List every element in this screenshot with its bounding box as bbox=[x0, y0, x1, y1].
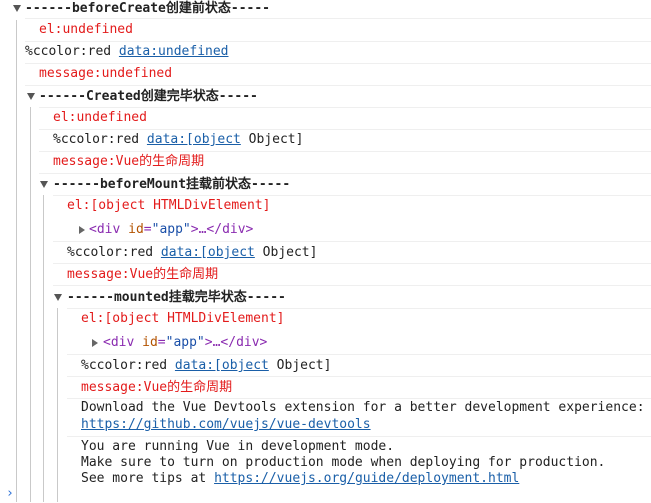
devtools-link[interactable]: https://github.com/vuejs/vue-devtools bbox=[81, 417, 371, 432]
data-link[interactable]: data:[object bbox=[161, 245, 255, 260]
log-line: %ccolor:red data:[object Object] bbox=[81, 358, 332, 373]
devtools-message: Download the Vue Devtools extension for … bbox=[81, 400, 645, 415]
devmode-message-line1: You are running Vue in development mode. bbox=[81, 439, 395, 454]
log-line: el:[object HTMLDivElement] bbox=[67, 198, 271, 213]
collapse-triangle-icon[interactable] bbox=[54, 294, 62, 301]
devmode-message-line3: See more tips at https://vuejs.org/guide… bbox=[81, 471, 520, 486]
dom-element-node[interactable]: <div id="app">…</div> bbox=[103, 332, 267, 354]
data-link[interactable]: data:[object bbox=[147, 132, 241, 147]
log-line: %ccolor:red data:[object Object] bbox=[67, 245, 318, 260]
log-line: message:Vue的生命周期 bbox=[53, 154, 205, 169]
group-header-beforemount[interactable]: ------beforeMount挂载前状态----- bbox=[53, 174, 290, 196]
log-line: %ccolor:red data:undefined bbox=[25, 44, 229, 59]
group-indent-line bbox=[43, 195, 44, 502]
deployment-guide-link[interactable]: https://vuejs.org/guide/deployment.html bbox=[214, 471, 519, 486]
console-prompt-icon[interactable]: › bbox=[6, 486, 14, 502]
group-header-beforecreate[interactable]: ------beforeCreate创建前状态----- bbox=[25, 0, 270, 20]
group-header-created[interactable]: ------Created创建完毕状态----- bbox=[39, 86, 258, 108]
console-panel: ------beforeCreate创建前状态----- el:undefine… bbox=[0, 0, 651, 503]
log-line: el:undefined bbox=[53, 110, 147, 125]
log-line: %ccolor:red data:[object Object] bbox=[53, 132, 304, 147]
log-line: message:undefined bbox=[39, 66, 173, 81]
log-line: message:Vue的生命周期 bbox=[67, 267, 219, 282]
log-line: message:Vue的生命周期 bbox=[81, 380, 233, 395]
devmode-message-line2: Make sure to turn on production mode whe… bbox=[81, 455, 606, 470]
expand-triangle-icon[interactable] bbox=[92, 339, 98, 347]
collapse-triangle-icon[interactable] bbox=[13, 5, 21, 12]
group-header-mounted[interactable]: ------mounted挂载完毕状态----- bbox=[67, 287, 286, 309]
expand-triangle-icon[interactable] bbox=[79, 226, 85, 234]
data-link[interactable]: data:undefined bbox=[119, 44, 229, 59]
data-link[interactable]: data:[object bbox=[175, 358, 269, 373]
collapse-triangle-icon[interactable] bbox=[40, 181, 48, 188]
collapse-triangle-icon[interactable] bbox=[27, 93, 35, 100]
log-line: el:undefined bbox=[39, 22, 133, 37]
group-indent-line bbox=[30, 107, 31, 502]
devtools-link-line: https://github.com/vuejs/vue-devtools bbox=[81, 416, 371, 434]
log-line: el:[object HTMLDivElement] bbox=[81, 311, 285, 326]
dom-element-node[interactable]: <div id="app">…</div> bbox=[89, 219, 253, 241]
group-indent-line bbox=[16, 20, 17, 502]
group-indent-line bbox=[57, 308, 58, 502]
